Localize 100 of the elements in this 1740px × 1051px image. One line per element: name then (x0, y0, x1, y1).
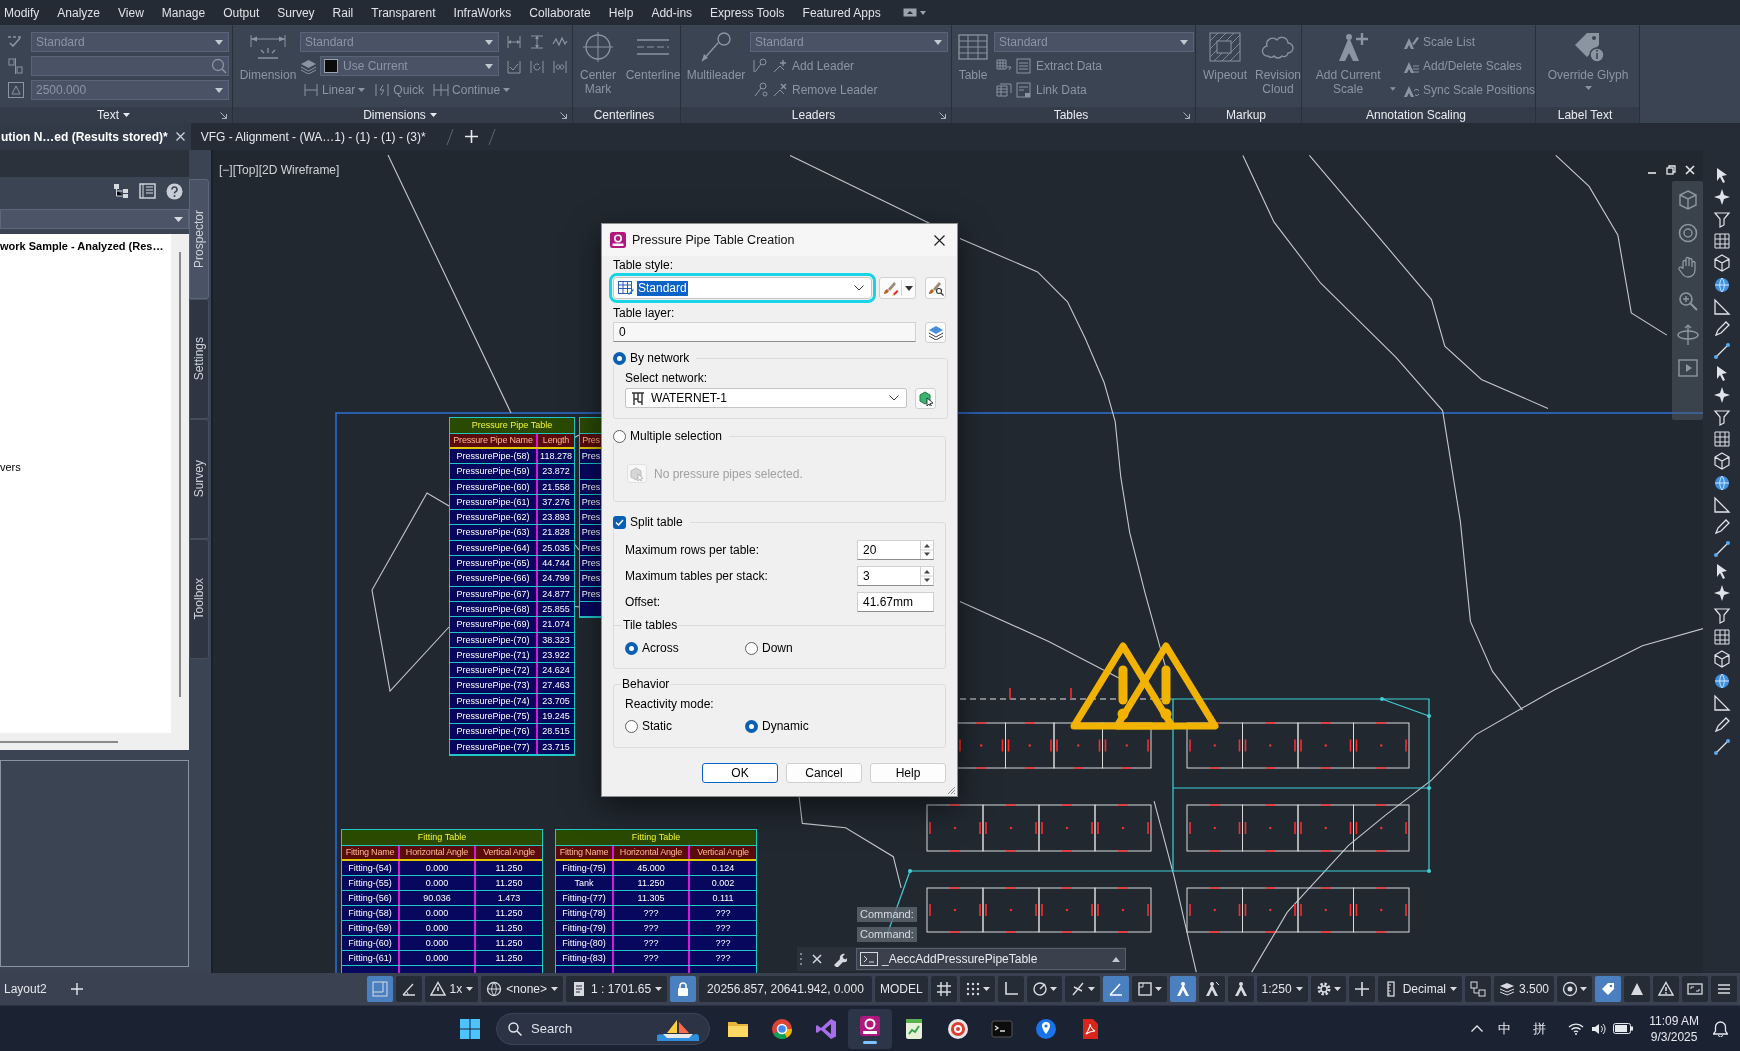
globe-icon[interactable] (1712, 474, 1731, 492)
zoom-icon[interactable] (1677, 291, 1698, 311)
tree-item[interactable]: work Sample - Analyzed (Res… (0, 239, 171, 253)
taskbar-app[interactable] (848, 1008, 892, 1049)
node-line-icon[interactable] (1712, 540, 1731, 558)
close-icon[interactable] (1685, 165, 1695, 175)
status-toggle[interactable] (366, 976, 393, 1002)
resize-grip-icon[interactable] (947, 786, 956, 795)
status-toggle[interactable] (1169, 976, 1196, 1002)
status-toggle[interactable] (1198, 976, 1225, 1002)
orbit-icon[interactable] (1676, 324, 1699, 346)
pencil-icon[interactable] (1712, 518, 1731, 536)
model-button[interactable]: MODEL (874, 976, 928, 1002)
radio-label[interactable]: By network (630, 351, 690, 365)
status-toggle[interactable] (1310, 976, 1346, 1002)
horizontal-scrollbar[interactable] (0, 741, 118, 743)
status-toggle[interactable] (670, 976, 697, 1002)
launcher-icon[interactable] (220, 111, 227, 119)
radio-label[interactable]: Down (762, 639, 793, 657)
input-mode-indicator[interactable]: 中 (1498, 1018, 1512, 1039)
clock-time[interactable]: 11:09 AM (1649, 1012, 1699, 1029)
radio-label[interactable]: Dynamic (762, 717, 809, 735)
command-input[interactable]: _AeccAddPressurePipeTable (856, 948, 1126, 970)
funnel-icon[interactable] (1712, 210, 1731, 228)
node-line-icon[interactable] (1712, 342, 1731, 360)
layout-tab[interactable]: Layout2 (3, 977, 48, 1001)
tree-item[interactable]: vers (0, 460, 171, 474)
grid-icon[interactable] (1712, 430, 1731, 448)
wifi-icon[interactable] (1568, 1022, 1585, 1035)
menu-item[interactable]: Rail (332, 3, 354, 22)
menu-item[interactable]: Featured Apps (802, 3, 881, 22)
status-toggle[interactable] (1653, 976, 1679, 1002)
vertical-scrollbar[interactable] (179, 252, 181, 697)
pencil-icon[interactable] (1712, 716, 1731, 734)
spin-arrows-icon[interactable] (920, 567, 933, 585)
status-toggle[interactable] (1026, 976, 1062, 1002)
restore-icon[interactable] (1666, 165, 1676, 175)
funnel-icon[interactable] (1712, 408, 1731, 426)
radio-button[interactable] (625, 641, 638, 655)
panel-icon[interactable] (139, 183, 156, 199)
menu-item[interactable]: Analyze (57, 3, 101, 22)
close-icon[interactable] (175, 132, 185, 141)
close-icon[interactable] (812, 954, 822, 964)
palette-tab[interactable]: Toolbox (189, 539, 209, 659)
style-browse-button[interactable] (925, 277, 946, 299)
text-field[interactable]: 41.67mm (857, 592, 934, 612)
launcher-icon[interactable] (1183, 111, 1190, 119)
workspace-menu-button[interactable] (902, 8, 926, 17)
grid-icon[interactable] (1712, 232, 1731, 250)
checkbox-label[interactable]: Split table (630, 515, 683, 529)
hierarchy-icon[interactable] (113, 183, 129, 199)
funnel-icon[interactable] (1712, 606, 1731, 624)
bell-icon[interactable] (1713, 1020, 1728, 1037)
clock-date[interactable]: 9/3/2025 (1650, 1028, 1698, 1045)
style-edit-button[interactable] (879, 277, 917, 299)
status-toggle[interactable] (1064, 976, 1100, 1002)
document-tab[interactable]: ution N…ed (Results stored)* (0, 123, 191, 150)
menu-item[interactable]: Add-ins (651, 3, 693, 22)
radio-button[interactable] (613, 351, 626, 365)
palette-tab[interactable]: Survey (189, 419, 209, 539)
radio-button[interactable] (613, 429, 626, 443)
node-line-icon[interactable] (1712, 738, 1731, 756)
menu-item[interactable]: Transparent (371, 3, 436, 22)
radio-label[interactable]: Across (642, 639, 679, 657)
menu-item[interactable]: Output (223, 3, 260, 22)
checkbox[interactable] (613, 515, 626, 529)
palette-tab[interactable]: Prospector (189, 179, 209, 299)
globe-icon[interactable] (1712, 672, 1731, 690)
cancel-button[interactable]: Cancel (786, 763, 862, 783)
status-toggle[interactable] (1624, 976, 1650, 1002)
status-toggle[interactable] (1711, 976, 1737, 1002)
status-dropdown[interactable]: <none> (481, 976, 563, 1002)
spin-arrows-icon[interactable] (920, 541, 933, 559)
help-button[interactable]: Help (870, 763, 946, 783)
number-field[interactable]: 3 (857, 566, 934, 586)
status-toggle[interactable] (1682, 976, 1708, 1002)
launcher-icon[interactable] (560, 111, 567, 119)
globe-icon[interactable] (1712, 276, 1731, 294)
status-toggle[interactable] (395, 976, 422, 1002)
status-toggle[interactable] (1595, 976, 1621, 1002)
status-dropdown[interactable]: 1x (424, 976, 479, 1002)
pencil-icon[interactable] (1712, 320, 1731, 338)
status-dropdown[interactable]: 3.500 (1493, 976, 1554, 1002)
radio-button[interactable] (745, 641, 758, 655)
grid-icon[interactable] (1712, 628, 1731, 646)
number-field[interactable]: 20 (857, 540, 934, 560)
network-dropdown[interactable]: WATERNET-1 (625, 388, 907, 408)
hand-icon[interactable] (1677, 256, 1698, 278)
document-tab[interactable]: VFG - Alignment - (WA…1) - (1) - (1) - (3)* (190, 123, 436, 150)
layer-field[interactable]: 0 (613, 322, 917, 342)
menu-item[interactable]: Collaborate (529, 3, 591, 22)
caret-icon[interactable] (429, 113, 437, 117)
viewport-control[interactable]: [Top] (232, 161, 259, 179)
status-dropdown[interactable]: 1 : 1701.65 (566, 976, 668, 1002)
ime-mode-indicator[interactable]: 拼 (1533, 1018, 1547, 1039)
menu-item[interactable]: Modify (4, 3, 40, 22)
palette-tab[interactable]: Settings (189, 299, 209, 419)
battery-icon[interactable] (1613, 1023, 1634, 1034)
menu-item[interactable]: Express Tools (710, 3, 785, 22)
menu-item[interactable]: Survey (277, 3, 315, 22)
